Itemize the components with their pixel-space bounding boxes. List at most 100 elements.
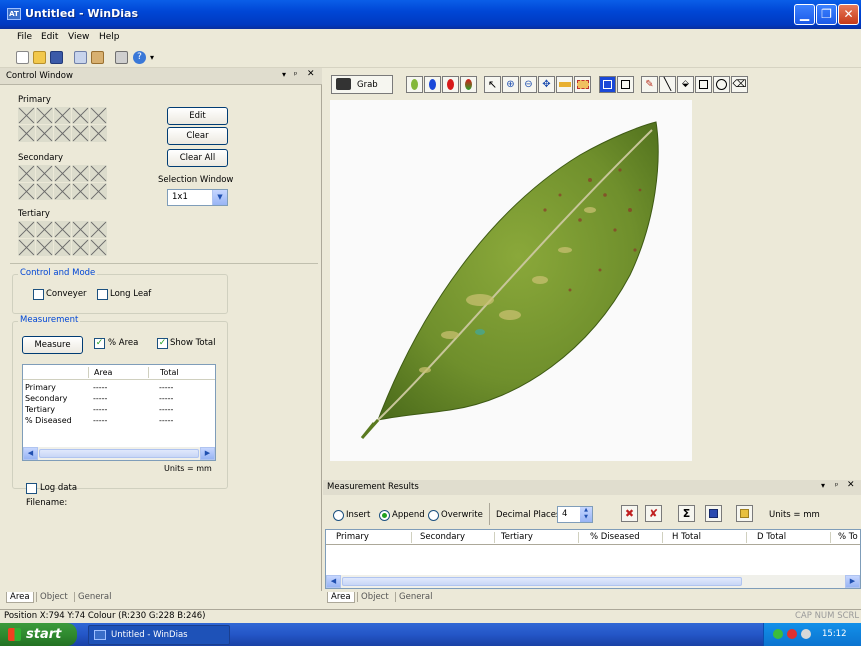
color-slot[interactable]	[18, 183, 35, 200]
close-button[interactable]: ✕	[838, 4, 859, 25]
multi-leaf-icon[interactable]	[460, 76, 477, 93]
table-scrollbar[interactable]: ◀ ▶	[23, 447, 215, 460]
spinner-icon[interactable]: ▲ ▼	[580, 507, 592, 522]
tab-object[interactable]: Object	[36, 592, 71, 602]
fill-color-icon[interactable]	[599, 76, 616, 93]
outline-rect-icon[interactable]	[617, 76, 634, 93]
red-leaf-icon[interactable]	[442, 76, 459, 93]
color-slot[interactable]	[90, 107, 107, 124]
long-leaf-checkbox[interactable]	[97, 289, 108, 300]
minimize-button[interactable]: ▁	[794, 4, 815, 25]
fill-bucket-icon[interactable]: ⬙	[677, 76, 694, 93]
overflow-icon[interactable]: ▾	[150, 53, 154, 62]
pane-close-icon[interactable]: ✕	[847, 480, 855, 490]
blue-leaf-icon[interactable]	[424, 76, 441, 93]
color-slot[interactable]	[72, 239, 89, 256]
help-icon[interactable]: ?	[133, 51, 146, 64]
tab-object[interactable]: Object	[357, 592, 392, 602]
zoom-out-icon[interactable]: ⊖	[520, 76, 537, 93]
copy-icon[interactable]	[74, 51, 87, 64]
rectangle-icon[interactable]	[695, 76, 712, 93]
show-total-checkbox[interactable]: ✓	[157, 338, 168, 349]
line-icon[interactable]: ╲	[659, 76, 676, 93]
green-leaf-icon[interactable]	[406, 76, 423, 93]
color-slot[interactable]	[72, 221, 89, 238]
color-slot[interactable]	[18, 125, 35, 142]
pane-menu-icon[interactable]: ▾	[821, 481, 825, 490]
color-slot[interactable]	[54, 221, 71, 238]
results-scrollbar[interactable]: ◀ ▶	[326, 575, 860, 588]
pane-menu-icon[interactable]: ▾	[282, 70, 286, 79]
clear-button[interactable]: Clear	[167, 127, 228, 145]
network-icon[interactable]	[773, 629, 783, 639]
scroll-right-icon[interactable]: ▶	[200, 447, 215, 460]
color-slot[interactable]	[36, 107, 53, 124]
delete-row-icon[interactable]: ✖	[621, 505, 638, 522]
menu-file[interactable]: File	[17, 32, 32, 42]
color-slot[interactable]	[72, 107, 89, 124]
color-slot[interactable]	[72, 165, 89, 182]
measure-button[interactable]: Measure	[22, 336, 83, 354]
print-icon[interactable]	[115, 51, 128, 64]
new-icon[interactable]	[16, 51, 29, 64]
pane-close-icon[interactable]: ✕	[307, 69, 315, 79]
menu-view[interactable]: View	[68, 32, 89, 42]
volume-icon[interactable]	[801, 629, 811, 639]
security-icon[interactable]	[787, 629, 797, 639]
primary-color-grid[interactable]	[18, 107, 107, 142]
area-pct-checkbox[interactable]: ✓	[94, 338, 105, 349]
clear-all-button[interactable]: Clear All	[167, 149, 228, 167]
eraser-icon[interactable]: ⌫	[731, 76, 748, 93]
color-slot[interactable]	[18, 239, 35, 256]
grab-button[interactable]: Grab	[331, 75, 393, 94]
save-icon[interactable]	[705, 505, 722, 522]
color-slot[interactable]	[90, 239, 107, 256]
color-slot[interactable]	[54, 125, 71, 142]
paste-icon[interactable]	[91, 51, 104, 64]
color-slot[interactable]	[90, 125, 107, 142]
append-radio[interactable]	[379, 510, 390, 521]
zoom-in-icon[interactable]: ⊕	[502, 76, 519, 93]
color-slot[interactable]	[36, 221, 53, 238]
chevron-down-icon[interactable]: ▼	[212, 190, 227, 205]
select-rect-icon[interactable]	[574, 76, 591, 93]
log-data-checkbox[interactable]	[26, 483, 37, 494]
delete-all-icon[interactable]: ✘	[645, 505, 662, 522]
tab-general[interactable]: General	[395, 592, 436, 602]
overwrite-radio[interactable]	[428, 510, 439, 521]
selection-window-select[interactable]: 1x1 ▼	[167, 189, 228, 206]
open-icon[interactable]	[33, 51, 46, 64]
scroll-left-icon[interactable]: ◀	[23, 447, 38, 460]
start-button[interactable]: start	[0, 623, 77, 646]
pin-icon[interactable]: ᵖ	[294, 70, 297, 79]
color-slot[interactable]	[36, 165, 53, 182]
tab-area[interactable]: Area	[327, 592, 355, 603]
color-slot[interactable]	[18, 165, 35, 182]
color-slot[interactable]	[90, 221, 107, 238]
color-slot[interactable]	[54, 239, 71, 256]
ruler-icon[interactable]	[556, 76, 573, 93]
ellipse-icon[interactable]	[713, 76, 730, 93]
scroll-right-icon[interactable]: ▶	[845, 575, 860, 588]
color-slot[interactable]	[18, 107, 35, 124]
conveyer-checkbox[interactable]	[33, 289, 44, 300]
restore-button[interactable]: ❐	[816, 4, 837, 25]
pan-icon[interactable]: ✥	[538, 76, 555, 93]
export-icon[interactable]	[736, 505, 753, 522]
color-slot[interactable]	[54, 183, 71, 200]
color-slot[interactable]	[54, 107, 71, 124]
tertiary-color-grid[interactable]	[18, 221, 107, 256]
taskbar-app-item[interactable]: Untitled - WinDias	[88, 625, 230, 645]
scroll-left-icon[interactable]: ◀	[326, 575, 341, 588]
color-slot[interactable]	[36, 239, 53, 256]
scroll-thumb[interactable]	[342, 577, 742, 586]
save-icon[interactable]	[50, 51, 63, 64]
insert-radio[interactable]	[333, 510, 344, 521]
pin-icon[interactable]: ᵖ	[835, 481, 838, 490]
color-slot[interactable]	[36, 125, 53, 142]
color-slot[interactable]	[90, 183, 107, 200]
color-slot[interactable]	[18, 221, 35, 238]
color-slot[interactable]	[72, 125, 89, 142]
tab-area[interactable]: Area	[6, 592, 34, 603]
pencil-icon[interactable]: ✎	[641, 76, 658, 93]
